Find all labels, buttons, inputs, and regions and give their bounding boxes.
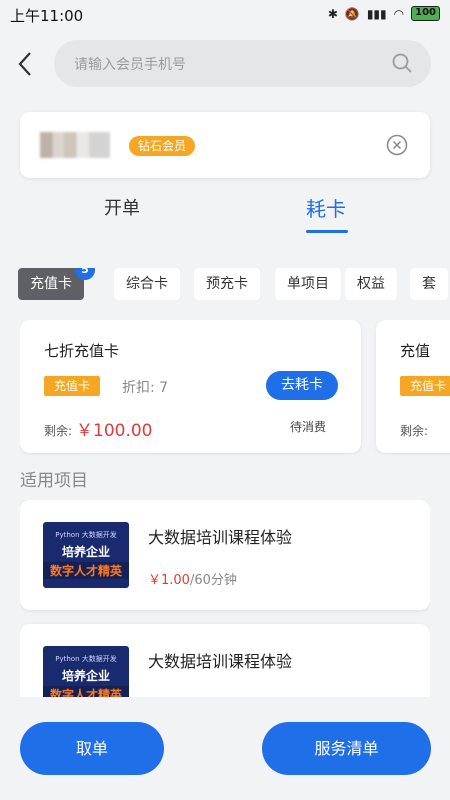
- thumb-line1: Python 大数据开发: [55, 655, 117, 663]
- remain-label: 剩余:: [44, 424, 73, 438]
- thumb-line2: 培养企业: [61, 669, 110, 683]
- item-list: Python 大数据开发 培养企业 数字人才精英 大数据培训课程体验 ￥1.00…: [20, 500, 430, 697]
- card-status: 待消费: [290, 420, 327, 434]
- list-item[interactable]: Python 大数据开发 培养企业 数字人才精英 大数据培训课程体验 ￥1.00…: [20, 500, 430, 610]
- chip-zongheka[interactable]: 综合卡: [114, 268, 180, 300]
- member-level-badge: 钻石会员: [129, 136, 196, 156]
- chip-tao[interactable]: 套: [410, 268, 448, 300]
- search-input[interactable]: 请输入会员手机号: [74, 54, 186, 74]
- chip-yuchongka[interactable]: 预充卡: [194, 268, 260, 300]
- member-card: 钻石会员: [20, 112, 430, 178]
- battery-icon: 100: [411, 6, 440, 21]
- price-duration: /60分钟: [189, 573, 237, 588]
- signal-icon: ▮▮▮: [366, 6, 387, 21]
- member-name-blurred: [40, 132, 110, 158]
- bluetooth-icon: ✱: [327, 6, 338, 21]
- search-bar[interactable]: 请输入会员手机号: [54, 40, 431, 87]
- member-card-list: 七折充值卡 充值卡 折扣: 7 去耗卡 剩余: ￥100.00 待消费 充值 充…: [20, 320, 450, 455]
- thumb-line2: 培养企业: [61, 545, 110, 559]
- close-circle-icon[interactable]: [386, 134, 408, 156]
- chip-label: 综合卡: [126, 276, 168, 292]
- section-title: 适用项目: [20, 471, 88, 491]
- bottom-action-bar: 取单 服务清单: [0, 697, 450, 800]
- chip-chongzhika[interactable]: 充值卡: [18, 268, 84, 300]
- card-type-tag: 充值卡: [400, 376, 450, 396]
- back-arrow-icon: [18, 52, 31, 76]
- price-value: ￥1.00: [148, 573, 190, 588]
- use-card-button[interactable]: 去耗卡: [266, 371, 338, 400]
- active-tab-indicator: [306, 230, 348, 233]
- service-list-button[interactable]: 服务清单: [262, 722, 431, 775]
- card-item[interactable]: 七折充值卡 充值卡 折扣: 7 去耗卡 剩余: ￥100.00 待消费: [20, 320, 361, 453]
- chip-quanyi[interactable]: 权益: [345, 268, 397, 300]
- card-discount: 折扣: 7: [122, 380, 169, 396]
- chip-label: 充值卡: [30, 276, 72, 292]
- status-icons: ✱ 🔕 ▮▮▮ ◠ 100: [328, 6, 440, 21]
- item-price: ￥1.00/60分钟: [148, 569, 237, 588]
- item-title: 大数据培训课程体验: [148, 528, 293, 547]
- chip-label: 套: [422, 276, 436, 292]
- status-bar: 上午11:00 ✱ 🔕 ▮▮▮ ◠ 100: [0, 0, 450, 28]
- tab-haoka[interactable]: 耗卡: [306, 193, 346, 222]
- status-time: 上午11:00: [10, 7, 84, 25]
- thumb-line3: 数字人才精英: [43, 562, 129, 579]
- card-type-tabs: 充值卡 5 综合卡 预充卡 单项目 权益 套: [18, 268, 450, 304]
- chip-danxiangmu[interactable]: 单项目: [275, 268, 341, 300]
- item-thumbnail: Python 大数据开发 培养企业 数字人才精英: [43, 522, 129, 588]
- chip-label: 预充卡: [206, 276, 248, 292]
- tab-kaidan[interactable]: 开单: [104, 194, 140, 220]
- cancel-order-button[interactable]: 取单: [20, 722, 164, 775]
- list-item[interactable]: Python 大数据开发 培养企业 数字人才精英 大数据培训课程体验: [20, 624, 430, 697]
- search-icon[interactable]: [391, 52, 413, 74]
- chip-label: 单项目: [287, 276, 329, 292]
- main-tabs: 开单 耗卡: [0, 188, 450, 238]
- card-title: 充值: [400, 342, 431, 360]
- chip-label: 权益: [357, 276, 385, 292]
- card-item[interactable]: 充值 充值卡 剩余:: [376, 320, 450, 453]
- card-type-tag: 充值卡: [44, 376, 101, 396]
- item-title: 大数据培训课程体验: [148, 652, 293, 671]
- item-thumbnail: Python 大数据开发 培养企业 数字人才精英: [43, 646, 129, 697]
- wifi-icon: ◠: [393, 6, 405, 21]
- header: 请输入会员手机号: [0, 28, 450, 100]
- remain-amount: ￥100.00: [76, 421, 153, 441]
- mute-icon: 🔕: [344, 6, 360, 21]
- thumb-line3: 数字人才精英: [43, 686, 129, 697]
- thumb-line1: Python 大数据开发: [55, 531, 117, 539]
- back-button[interactable]: [14, 50, 38, 78]
- remain-label: 剩余:: [400, 424, 429, 438]
- card-title: 七折充值卡: [44, 342, 120, 360]
